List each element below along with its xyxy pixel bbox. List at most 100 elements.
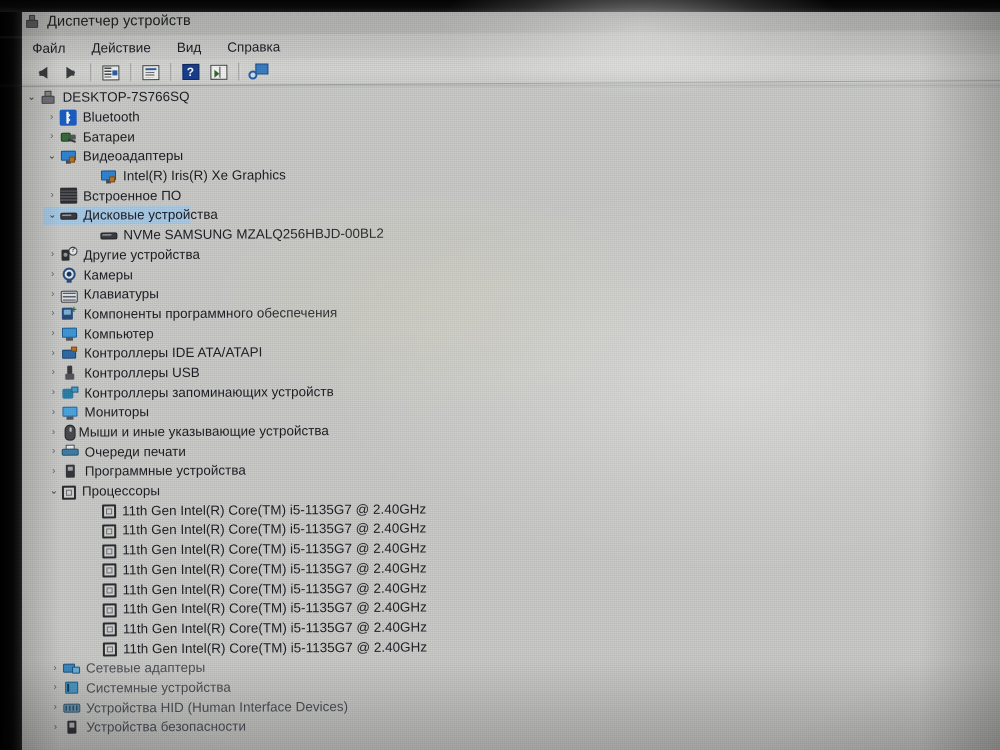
tree-item-label: 11th Gen Intel(R) Core(TM) i5-1135G7 @ 2…	[122, 540, 427, 558]
back-arrow-icon	[37, 66, 47, 79]
processor-icon	[102, 524, 117, 539]
processor-icon	[102, 544, 117, 559]
camera-icon	[61, 267, 78, 283]
tree-item-label: 11th Gen Intel(R) Core(TM) i5-1135G7 @ 2…	[122, 599, 427, 617]
laptop-bezel-left	[0, 0, 22, 750]
battery-icon	[60, 129, 77, 145]
tree-item-label: 11th Gen Intel(R) Core(TM) i5-1135G7 @ 2…	[122, 560, 427, 578]
storage-controller-icon	[61, 385, 79, 401]
tree-item-label: Видеоадаптеры	[82, 148, 184, 165]
toolbar-separator	[130, 63, 132, 82]
display-adapter-icon	[100, 168, 117, 184]
chevron-right-icon[interactable]: ›	[45, 190, 59, 201]
window-title: Диспетчер устройств	[47, 12, 191, 30]
device-tree[interactable]: ⌄ DESKTOP-7S766SQ › ᛒ Bluetooth › Батареи ⌄ Виде…	[16, 81, 1000, 750]
scan-hardware-button[interactable]	[246, 61, 270, 82]
other-devices-warning-icon: ?	[60, 246, 78, 263]
chevron-down-icon[interactable]: ⌄	[45, 151, 59, 162]
mouse-icon	[64, 424, 76, 441]
chevron-right-icon[interactable]: ›	[45, 111, 59, 122]
tree-item-label: Компьютер	[83, 325, 154, 342]
chevron-down-icon[interactable]: ⌄	[45, 210, 59, 221]
tree-item-label: Контроллеры запоминающих устройств	[84, 383, 334, 401]
forward-arrow-icon	[65, 66, 75, 79]
disk-drive-icon	[100, 227, 118, 243]
forward-button[interactable]	[58, 62, 82, 83]
help-button[interactable]: ?	[178, 61, 202, 82]
chevron-down-icon[interactable]: ⌄	[47, 485, 61, 496]
usb-controller-icon	[61, 365, 78, 381]
tree-item-label: Intel(R) Iris(R) Xe Graphics	[122, 167, 286, 184]
tree-item-label: Устройства безопасности	[86, 718, 247, 735]
menu-action[interactable]: Действие	[91, 40, 150, 55]
tree-item-label: Bluetooth	[82, 109, 140, 125]
chevron-right-icon[interactable]: ›	[48, 663, 62, 674]
chevron-right-icon[interactable]: ›	[47, 426, 61, 437]
tree-item-label: DESKTOP-7S766SQ	[62, 89, 190, 106]
chevron-right-icon[interactable]: ›	[46, 387, 60, 398]
software-device-icon	[62, 464, 79, 480]
tree-item-label: Клавиатуры	[83, 286, 160, 302]
menu-view[interactable]: Вид	[177, 39, 202, 54]
update-driver-button[interactable]	[206, 61, 230, 82]
tree-item-label: 11th Gen Intel(R) Core(TM) i5-1135G7 @ 2…	[122, 520, 427, 538]
chevron-right-icon[interactable]: ›	[46, 308, 60, 319]
processor-icon	[102, 583, 117, 598]
update-driver-icon	[209, 64, 227, 80]
computer-node-icon	[39, 90, 56, 106]
chevron-right-icon[interactable]: ›	[46, 348, 60, 359]
chevron-right-icon[interactable]: ›	[48, 722, 62, 733]
scan-hardware-icon	[248, 63, 269, 80]
tree-item-label: Очереди печати	[84, 443, 186, 460]
properties-button[interactable]	[138, 62, 162, 83]
chevron-right-icon[interactable]: ›	[48, 682, 62, 693]
tree-item-label: Компоненты программного обеспечения	[83, 304, 338, 322]
back-button[interactable]	[30, 62, 54, 83]
tree-item-label: 11th Gen Intel(R) Core(TM) i5-1135G7 @ 2…	[122, 639, 428, 656]
chevron-right-icon[interactable]: ›	[46, 269, 60, 280]
network-adapter-icon	[63, 660, 81, 676]
menu-help[interactable]: Справка	[227, 39, 280, 54]
chevron-right-icon[interactable]: ›	[48, 702, 62, 713]
chevron-right-icon[interactable]: ›	[45, 131, 59, 142]
display-adapter-icon	[60, 149, 77, 165]
show-hide-tree-icon	[101, 64, 119, 80]
chevron-right-icon[interactable]: ›	[47, 466, 61, 477]
tree-item-label: Сетевые адаптеры	[85, 660, 206, 676]
show-hide-tree-button[interactable]	[98, 62, 122, 83]
tree-item-label: Мониторы	[84, 404, 150, 420]
tree-item-label: 11th Gen Intel(R) Core(TM) i5-1135G7 @ 2…	[122, 619, 427, 637]
tree-item-label: Программные устройства	[84, 463, 246, 479]
chevron-right-icon[interactable]: ›	[46, 328, 60, 339]
software-component-icon: +	[61, 305, 78, 322]
chevron-right-icon[interactable]: ›	[47, 446, 61, 457]
toolbar-separator	[238, 62, 240, 81]
tree-item-label: Устройства HID (Human Interface Devices)	[86, 698, 349, 716]
tree-item-label: Встроенное ПО	[83, 187, 182, 204]
chevron-right-icon[interactable]: ›	[46, 288, 60, 299]
bluetooth-icon: ᛒ	[59, 109, 77, 126]
print-queue-icon	[61, 444, 79, 460]
tree-item-label: Батареи	[82, 128, 135, 145]
tree-item-label: 11th Gen Intel(R) Core(TM) i5-1135G7 @ 2…	[122, 501, 427, 519]
tree-item-label: Мыши и иные указывающие устройства	[78, 423, 329, 440]
processor-icon	[102, 563, 117, 578]
tree-item-label: 11th Gen Intel(R) Core(TM) i5-1135G7 @ 2…	[122, 580, 427, 597]
chevron-right-icon[interactable]: ›	[45, 249, 59, 260]
tree-item-label: Контроллеры IDE ATA/ATAPI	[84, 344, 263, 361]
processor-icon	[61, 485, 77, 500]
tree-item-label: Процессоры	[81, 483, 161, 499]
help-icon: ?	[181, 63, 199, 80]
system-device-icon	[63, 680, 80, 696]
keyboard-icon	[60, 290, 78, 303]
chevron-down-icon[interactable]: ⌄	[25, 92, 39, 103]
chevron-right-icon[interactable]: ›	[46, 367, 60, 378]
menu-file[interactable]: Файл	[32, 40, 65, 55]
tree-item-label: Камеры	[83, 266, 133, 283]
tree-item-label: NVMe SAMSUNG MZALQ256HBJD-00BL2	[123, 225, 384, 243]
device-manager-icon	[24, 14, 40, 30]
chevron-right-icon[interactable]: ›	[46, 407, 60, 418]
tree-item-label: Другие устройства	[83, 246, 200, 263]
laptop-bezel-top	[0, 0, 1000, 12]
processor-icon	[102, 622, 117, 637]
